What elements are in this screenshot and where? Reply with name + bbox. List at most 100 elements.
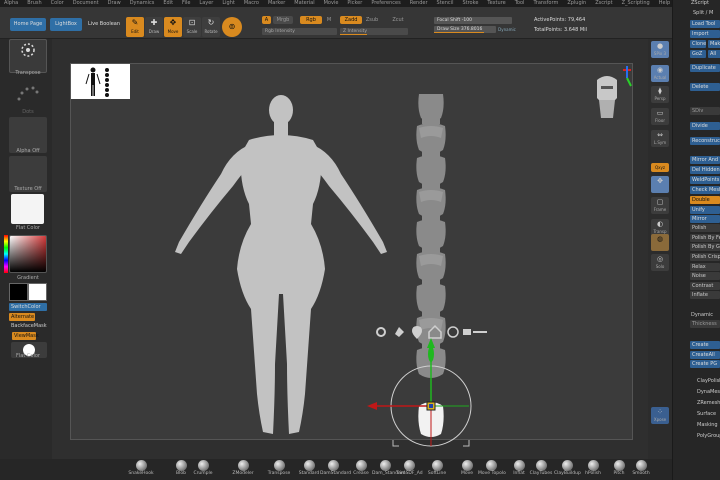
reconstruct-subdiv-button[interactable]: Reconstruct: [690, 137, 720, 145]
move-mode-button[interactable]: ✥ Move: [164, 17, 182, 37]
menu-item[interactable]: Help: [659, 0, 670, 7]
palette-submenu-item[interactable]: Surface: [697, 411, 716, 417]
brush-slot[interactable]: Crease: [348, 460, 374, 480]
frame-button[interactable]: ▢ Frame: [651, 197, 669, 214]
menu-item[interactable]: Transform: [533, 0, 558, 7]
lightbox-button[interactable]: LightBox: [50, 18, 82, 31]
brush-slot[interactable]: SnakeHook: [128, 460, 154, 480]
dots-stroke-slot[interactable]: [9, 79, 47, 109]
polish-by-features-slider[interactable]: Polish By Features: [690, 234, 720, 242]
menu-item[interactable]: Tool: [515, 0, 525, 7]
palette-submenu-item[interactable]: ZRemesher: [697, 400, 720, 406]
brush-slot[interactable]: hPolish: [580, 460, 606, 480]
focal-shift-slider[interactable]: Focal Shift -100: [434, 17, 512, 24]
weld-points-button[interactable]: WeldPoints: [690, 176, 720, 184]
actual-button[interactable]: ◉ Actual: [651, 65, 669, 82]
menu-item[interactable]: Zplugin: [567, 0, 586, 7]
mirror-button[interactable]: Mirror: [690, 215, 720, 223]
mrgb-toggle[interactable]: Mrgb: [273, 16, 293, 24]
clone-button[interactable]: Clone: [690, 40, 706, 48]
draw-mode-button[interactable]: ✚ Draw: [145, 17, 163, 37]
dynamic-toggle[interactable]: Dynamic: [497, 26, 517, 33]
backface-mask-toggle[interactable]: BackfaceMask: [9, 322, 51, 330]
brush-slot[interactable]: ZModeler: [230, 460, 256, 480]
create-all-button[interactable]: CreateAll: [690, 351, 720, 359]
del-hidden-button[interactable]: Del Hidden: [690, 166, 720, 174]
menu-item[interactable]: Draw: [108, 0, 121, 7]
color-picker[interactable]: [9, 235, 47, 273]
brush-slot[interactable]: Crumple: [190, 460, 216, 480]
menu-item[interactable]: Alpha: [4, 0, 18, 7]
menu-item[interactable]: Preferences: [371, 0, 400, 7]
create-pg-button[interactable]: Create PG: [690, 360, 720, 368]
menu-item[interactable]: Edit: [163, 0, 173, 7]
z-intensity-slider[interactable]: Z Intensity: [340, 28, 408, 35]
goz-all-button[interactable]: All: [708, 50, 720, 58]
zadd-toggle[interactable]: Zadd: [340, 16, 362, 24]
scale-mode-button[interactable]: ⊡ Scale: [183, 17, 201, 37]
menu-item[interactable]: Material: [294, 0, 314, 7]
brush-slot[interactable]: TrimSDF_Ad: [396, 460, 423, 480]
palette-submenu-item[interactable]: Masking: [697, 422, 718, 428]
a-toggle[interactable]: A: [262, 16, 271, 24]
persp-button[interactable]: ⧫ Persp: [651, 86, 669, 103]
transpose-gizmo[interactable]: [361, 334, 491, 454]
check-mesh-button[interactable]: Check Mesh: [690, 186, 720, 194]
switch-color-button[interactable]: SwitchColor: [9, 303, 47, 311]
palette-submenu-item[interactable]: DynaMesh: [697, 389, 720, 395]
ghost-toggle[interactable]: ◍: [651, 234, 669, 251]
relax-slider[interactable]: Relax: [690, 263, 720, 271]
home-page-button[interactable]: Home Page: [10, 18, 46, 31]
brush-slot[interactable]: SoftLine: [424, 460, 450, 480]
menu-item[interactable]: Movie: [324, 0, 339, 7]
draw-size-slider[interactable]: Draw Size 376.8016: [434, 26, 496, 33]
transpose-brush-slot[interactable]: [9, 39, 47, 73]
menu-item[interactable]: Color: [51, 0, 64, 7]
menu-item[interactable]: Light: [222, 0, 234, 7]
zsub-toggle[interactable]: Zsub: [364, 16, 380, 24]
rgb-intensity-slider[interactable]: Rgb Intensity: [262, 28, 337, 35]
rgb-toggle[interactable]: Rgb: [300, 16, 322, 24]
navigation-head-icon[interactable]: [583, 64, 633, 122]
polish-crisp-slider[interactable]: Polish Crisp: [690, 253, 720, 261]
brush-slot[interactable]: Move: [454, 460, 480, 480]
zcut-toggle[interactable]: Zcut: [390, 16, 406, 24]
brush-slot[interactable]: Smooth: [628, 460, 654, 480]
solo-button[interactable]: ◎ Solo: [651, 254, 669, 271]
brush-slot[interactable]: DamStandard: [320, 460, 351, 480]
local-symmetry-button[interactable]: ⇔ L.Sym: [651, 130, 669, 147]
load-tool-button[interactable]: Load Tool: [690, 20, 720, 28]
menu-item[interactable]: Z_Scripting: [622, 0, 650, 7]
noise-slider[interactable]: Noise: [690, 272, 720, 280]
brush-slot[interactable]: Dam_Standard: [372, 460, 405, 480]
rotate-mode-button[interactable]: ↻ Rotate: [202, 17, 220, 37]
floor-button[interactable]: ▭ Floor: [651, 108, 669, 125]
gizmo-button[interactable]: ⊚: [222, 17, 242, 37]
document-canvas[interactable]: [70, 63, 633, 447]
view-mask-toggle[interactable]: ViewMask: [12, 332, 39, 340]
alternate-toggle[interactable]: Alternate: [9, 313, 35, 321]
qxyz-toggle[interactable]: Qxyz: [651, 163, 669, 172]
hue-strip[interactable]: [4, 235, 8, 273]
menu-item[interactable]: Brush: [27, 0, 41, 7]
menu-item[interactable]: Texture: [487, 0, 505, 7]
goz-button[interactable]: GoZ: [690, 50, 706, 58]
menu-item[interactable]: Zscript: [595, 0, 612, 7]
menu-item[interactable]: Marker: [268, 0, 285, 7]
spix-button[interactable]: ● SPix 3: [651, 41, 669, 58]
make-button[interactable]: Make: [708, 40, 720, 48]
edit-mode-button[interactable]: ✎ Edit: [126, 17, 144, 37]
import-button[interactable]: Import: [690, 30, 720, 38]
contrast-slider[interactable]: Contrast: [690, 282, 720, 290]
menu-item[interactable]: File: [182, 0, 190, 7]
divide-button[interactable]: Divide: [690, 122, 720, 130]
menu-item[interactable]: Picker: [347, 0, 362, 7]
menu-item[interactable]: Render: [410, 0, 428, 7]
secondary-color-swatch[interactable]: [28, 283, 47, 301]
menu-item[interactable]: Macro: [244, 0, 259, 7]
mirror-and-weld-button[interactable]: Mirror And Weld: [690, 156, 720, 164]
menu-item[interactable]: Document: [73, 0, 99, 7]
polish-by-groups-slider[interactable]: Polish By Groups: [690, 243, 720, 251]
main-color-swatch[interactable]: [9, 283, 28, 301]
m-toggle[interactable]: M: [324, 16, 334, 24]
